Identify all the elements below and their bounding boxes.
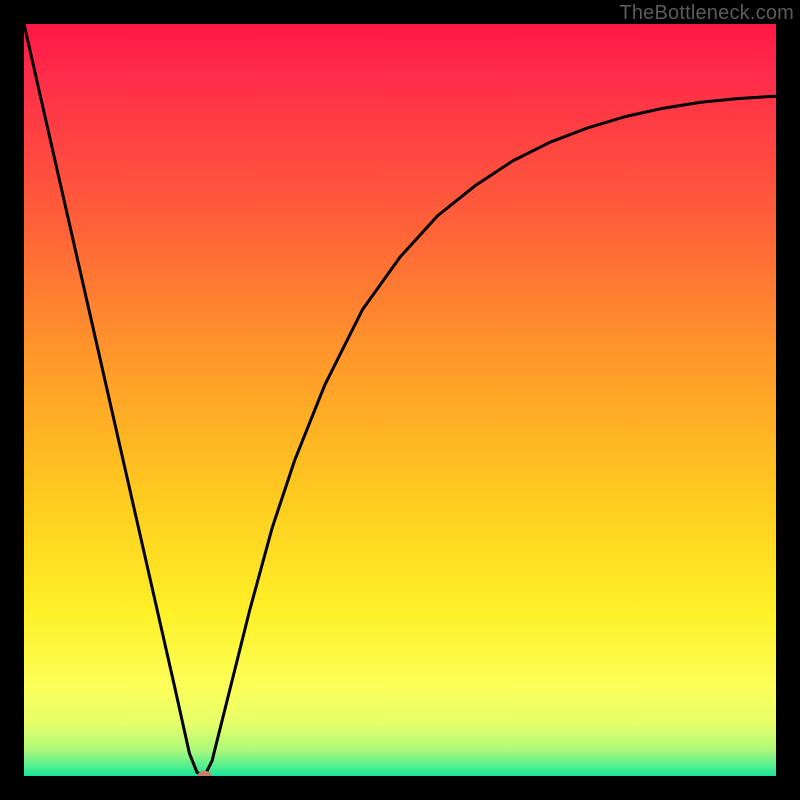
attribution-label: TheBottleneck.com [619, 2, 794, 25]
chart-svg [24, 24, 776, 776]
gradient-background [24, 24, 776, 776]
chart-frame: TheBottleneck.com [0, 0, 800, 800]
plot-area [24, 24, 776, 776]
